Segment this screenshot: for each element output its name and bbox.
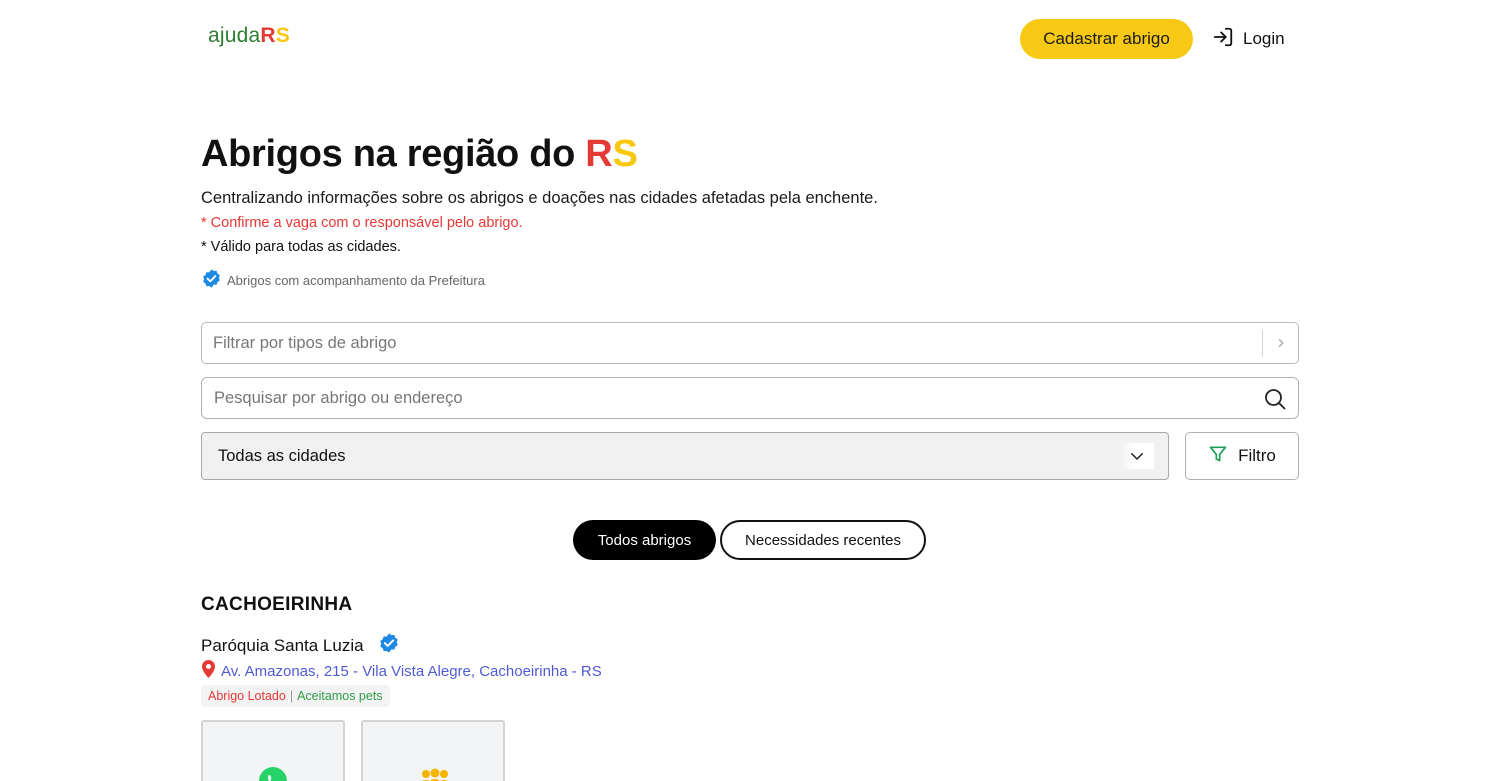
shelter-tags: Abrigo Lotado | Aceitamos pets [201,685,390,707]
city-group-heading: CACHOEIRINHA [201,594,353,615]
shelter-title[interactable]: Paróquia Santa Luzia [201,632,400,659]
header: ajudaRS Cadastrar abrigo Login [0,0,1499,80]
verified-badge-icon [201,268,222,292]
login-icon [1212,26,1234,53]
filter-button[interactable]: Filtro [1185,432,1299,480]
page-title-text: Abrigos na região do [201,133,586,175]
pets-badge: Aceitamos pets [297,689,383,703]
tag-separator: | [289,689,294,703]
shelter-address[interactable]: Av. Amazonas, 215 - Vila Vista Alegre, C… [221,663,602,680]
page-subtitle: Centralizando informações sobre os abrig… [201,189,878,207]
city-select-value: Todas as cidades [218,447,346,465]
logo-word: ajuda [208,24,261,47]
search-input[interactable] [214,386,1244,411]
search-field[interactable] [201,377,1299,419]
shelter-type-filter[interactable]: Filtrar por tipos de abrigo [201,322,1299,364]
page-title-r: R [585,133,613,175]
shelter-contact-card[interactable] [201,720,345,781]
status-badge: Abrigo Lotado [208,689,286,703]
shelter-address-link[interactable]: Av. Amazonas, 215 - Vila Vista Alegre, C… [202,660,602,682]
page-title-s: S [612,133,638,175]
login-label: Login [1243,29,1285,48]
logo-r: R [260,24,276,47]
confirm-vacancy-note: * Confirme a vaga com o responsável pelo… [201,215,523,231]
logo[interactable]: ajudaRS [208,24,290,48]
chevron-down-icon[interactable] [1120,443,1154,469]
tab-all-shelters[interactable]: Todos abrigos [573,520,716,560]
logo-s: S [275,24,290,47]
whatsapp-icon [258,766,288,781]
funnel-icon [1208,444,1228,469]
people-icon [418,766,452,781]
filter-button-label: Filtro [1238,446,1276,465]
shelter-name[interactable]: Paróquia Santa Luzia [201,636,364,656]
verified-legend: Abrigos com acompanhamento da Prefeitura [201,268,485,292]
shelter-type-placeholder: Filtrar por tipos de abrigo [213,334,397,352]
register-shelter-button[interactable]: Cadastrar abrigo [1020,19,1193,59]
search-icon[interactable] [1263,387,1287,416]
shelter-people-card[interactable] [361,720,505,781]
shelter-type-divider [1262,330,1263,357]
chevron-right-icon[interactable] [1274,336,1288,355]
verified-legend-text: Abrigos com acompanhamento da Prefeitura [227,272,485,288]
map-pin-icon [202,660,215,682]
tab-recent-needs[interactable]: Necessidades recentes [720,520,926,560]
verified-badge-icon [378,632,400,659]
login-button[interactable]: Login [1212,19,1285,59]
valid-all-cities-note: * Válido para todas as cidades. [201,239,401,255]
city-select[interactable]: Todas as cidades [201,432,1169,480]
page-title: Abrigos na região do RS [201,133,638,176]
